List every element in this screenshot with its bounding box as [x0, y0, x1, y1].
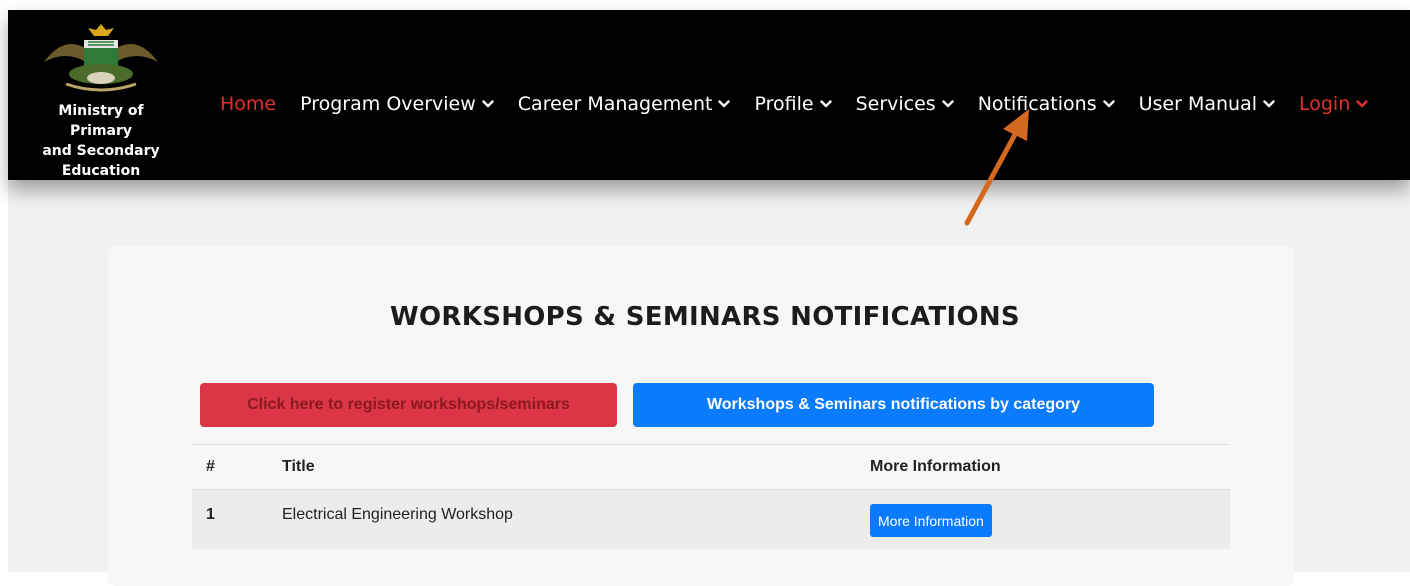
brand-line-1: Ministry of Primary [58, 103, 144, 139]
row-title: Electrical Engineering Workshop [282, 506, 513, 523]
nav-services[interactable]: Services [856, 93, 954, 115]
chevron-down-icon [941, 100, 954, 108]
header-more-information: More Information [870, 458, 1001, 475]
page-title: WORKSHOPS & SEMINARS NOTIFICATIONS [390, 302, 1020, 332]
brand[interactable]: Ministry of Primary and Secondary Educat… [26, 22, 176, 181]
nav-login[interactable]: Login [1299, 93, 1368, 115]
brand-line-3: Education [61, 163, 141, 179]
table-row: 1 Electrical Engineering Workshop More I… [192, 489, 1230, 549]
notifications-table: # Title More Information 1 Electrical En… [192, 444, 1230, 549]
nav-career-management-label: Career Management [517, 93, 713, 115]
chevron-down-icon [1263, 100, 1275, 108]
brand-line-2: and Secondary [42, 143, 160, 159]
notifications-by-category-button[interactable]: Workshops & Seminars notifications by ca… [633, 383, 1154, 427]
chevron-down-icon [1102, 100, 1115, 108]
table-header-row: # Title More Information [192, 445, 1230, 489]
nav-login-label: Login [1299, 93, 1351, 115]
header-title: Title [282, 458, 315, 475]
nav-profile-label: Profile [754, 93, 814, 115]
row-number: 1 [206, 506, 215, 523]
nav-home-label: Home [220, 93, 277, 115]
nav-user-manual[interactable]: User Manual [1139, 93, 1275, 115]
more-information-button[interactable]: More Information [870, 504, 992, 537]
coat-of-arms-logo [44, 24, 158, 92]
nav-home[interactable]: Home [220, 93, 276, 115]
register-workshops-button[interactable]: Click here to register workshops/seminar… [200, 383, 617, 427]
annotation-arrow-icon [964, 109, 1029, 226]
nav-program-overview-label: Program Overview [300, 93, 476, 115]
nav-career-management[interactable]: Career Management [518, 93, 731, 115]
header-number: # [206, 458, 215, 475]
main-nav: Home Program Overview Career Management … [220, 82, 1368, 126]
chevron-down-icon [482, 100, 494, 108]
nav-services-label: Services [855, 93, 936, 115]
chevron-down-icon [718, 100, 731, 108]
nav-program-overview[interactable]: Program Overview [300, 93, 494, 115]
nav-profile[interactable]: Profile [754, 93, 832, 115]
top-navbar: Ministry of Primary and Secondary Educat… [8, 10, 1410, 180]
nav-user-manual-label: User Manual [1138, 93, 1257, 115]
chevron-down-icon [1356, 100, 1368, 108]
chevron-down-icon [819, 100, 832, 108]
